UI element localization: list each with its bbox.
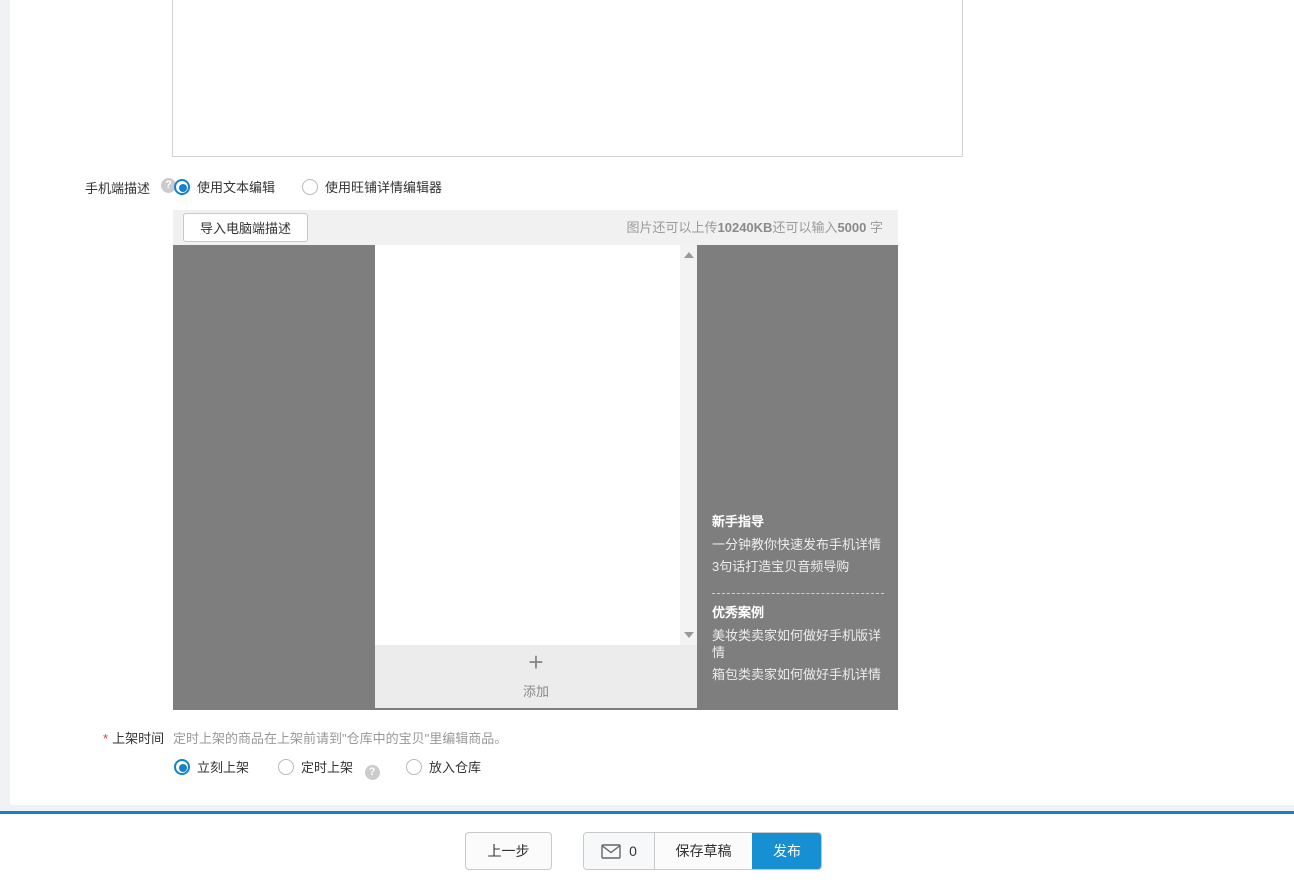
required-asterisk: *: [103, 731, 109, 746]
phone-scrollbar[interactable]: [680, 245, 697, 645]
add-module-button[interactable]: + 添加: [375, 645, 697, 708]
add-module-label: 添加: [522, 684, 549, 699]
upload-quota-info: 图片还可以上传10240KB还可以输入5000 字: [626, 220, 883, 235]
radio-wangpu-editor-label[interactable]: 使用旺铺详情编辑器: [325, 180, 442, 195]
shelf-time-hint: 定时上架的商品在上架前请到"仓库中的宝贝"里编辑商品。: [173, 731, 508, 746]
case-link[interactable]: 箱包类卖家如何做好手机详情: [712, 666, 884, 683]
radio-immediate-label[interactable]: 立刻上架: [197, 760, 249, 775]
radio-unselected-icon[interactable]: [302, 179, 318, 195]
help-icon[interactable]: ?: [364, 765, 380, 780]
radio-text-editor-label[interactable]: 使用文本编辑: [197, 180, 275, 195]
radio-text-editor[interactable]: 使用文本编辑: [174, 177, 275, 196]
bottom-divider: [0, 811, 1294, 814]
radio-wangpu-editor[interactable]: 使用旺铺详情编辑器: [302, 177, 442, 196]
action-button-group: 0 保存草稿 发布: [583, 832, 822, 870]
plus-icon: +: [528, 647, 544, 677]
draft-count: 0: [629, 843, 637, 859]
mobile-description-label: 手机端描述: [85, 181, 151, 196]
mobile-description-row: 手机端描述 ? 使用文本编辑 使用旺铺详情编辑器: [0, 177, 1294, 196]
case-link[interactable]: 美妆类卖家如何做好手机版详情: [712, 627, 884, 661]
scroll-up-icon[interactable]: [684, 252, 694, 258]
radio-scheduled-label[interactable]: 定时上架: [301, 760, 353, 775]
guide-panel: 新手指导 一分钟教你快速发布手机详情 3句话打造宝贝音频导购 优秀案例 美妆类卖…: [712, 511, 884, 683]
pc-description-textarea[interactable]: [172, 0, 963, 157]
guide-link[interactable]: 3句话打造宝贝音频导购: [712, 558, 884, 575]
guide-link[interactable]: 一分钟教你快速发布手机详情: [712, 536, 884, 553]
publish-button[interactable]: 发布: [752, 833, 821, 869]
product-publish-page: 手机端描述 ? 使用文本编辑 使用旺铺详情编辑器 导入电脑端描述 图片还可以上传…: [0, 0, 1294, 884]
mobile-editor: 导入电脑端描述 图片还可以上传10240KB还可以输入5000 字 + 添加 新…: [173, 210, 898, 710]
cases-title: 优秀案例: [712, 605, 765, 620]
previous-step-button[interactable]: 上一步: [465, 832, 552, 870]
page-left-gutter: [0, 0, 10, 805]
phone-content-area[interactable]: [375, 245, 697, 645]
radio-selected-icon[interactable]: [174, 759, 190, 775]
scroll-down-icon[interactable]: [684, 632, 694, 638]
import-pc-description-button[interactable]: 导入电脑端描述: [183, 213, 309, 242]
radio-immediate-shelf[interactable]: 立刻上架: [174, 757, 249, 776]
guide-title: 新手指导: [712, 514, 765, 529]
envelope-icon: [601, 843, 621, 859]
phone-preview-backdrop: + 添加 新手指导 一分钟教你快速发布手机详情 3句话打造宝贝音频导购 优秀案例…: [173, 245, 898, 710]
save-draft-button[interactable]: 保存草稿: [654, 833, 752, 869]
radio-unselected-icon[interactable]: [278, 759, 294, 775]
dashed-divider: [712, 593, 884, 594]
radio-warehouse-label[interactable]: 放入仓库: [429, 760, 481, 775]
draft-mail-button[interactable]: 0: [584, 833, 654, 869]
radio-scheduled-shelf[interactable]: 定时上架 ?: [278, 757, 380, 780]
shelf-time-label: 上架时间: [112, 731, 165, 746]
radio-warehouse[interactable]: 放入仓库: [406, 757, 481, 776]
editor-toolbar: 导入电脑端描述 图片还可以上传10240KB还可以输入5000 字: [173, 210, 898, 245]
radio-unselected-icon[interactable]: [406, 759, 422, 775]
radio-selected-icon[interactable]: [174, 179, 190, 195]
